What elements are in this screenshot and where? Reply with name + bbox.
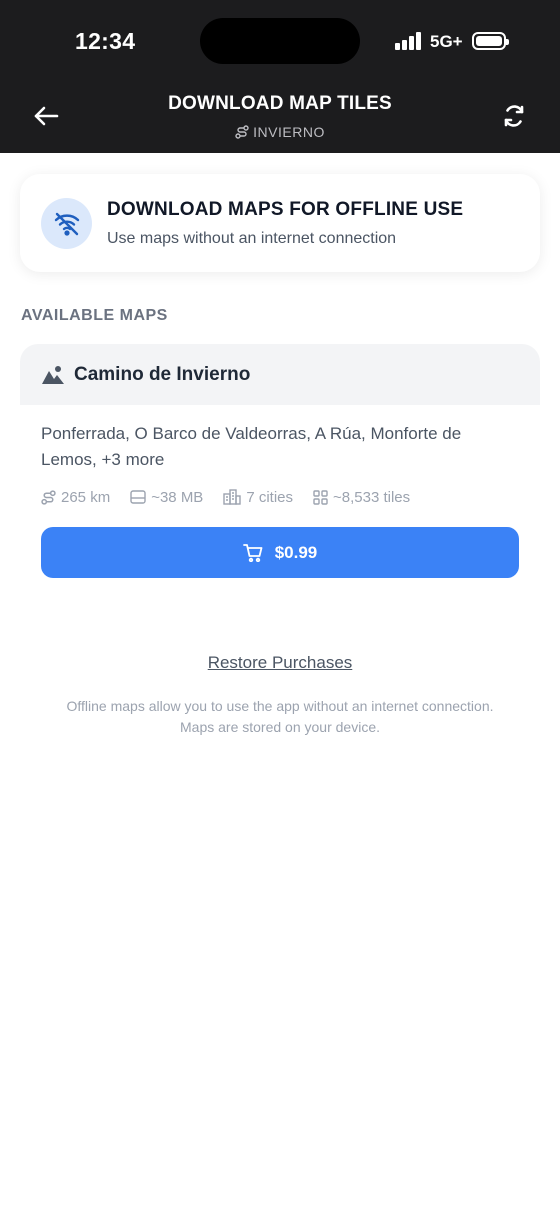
top-app-bar: 12:34 5G+ DOWNLOAD MAP TILES INVIERNO: [0, 0, 560, 153]
refresh-button[interactable]: [496, 98, 532, 134]
signal-icon: [395, 32, 423, 50]
mountain-icon: [42, 366, 64, 384]
buildings-icon: [223, 489, 242, 505]
price-label: $0.99: [274, 542, 318, 562]
map-name: Camino de Invierno: [74, 364, 251, 385]
restore-purchases-link[interactable]: Restore Purchases: [0, 653, 560, 673]
route-name: INVIERNO: [253, 124, 325, 140]
cart-icon: [242, 543, 263, 562]
stat-tiles: ~8,533 tiles: [313, 489, 410, 506]
status-time: 12:34: [75, 28, 136, 54]
page-title: DOWNLOAD MAP TILES: [168, 93, 392, 114]
offline-subtitle: Use maps without an internet connection: [107, 230, 397, 247]
footnote: Offline maps allow you to use the app wi…: [20, 696, 540, 738]
page-subtitle: INVIERNO: [0, 124, 560, 140]
stat-distance: 265 km: [41, 489, 110, 506]
refresh-icon: [504, 105, 524, 127]
map-card-header: Camino de Invierno: [20, 344, 540, 405]
offline-info-card: DOWNLOAD MAPS FOR OFFLINE USE Use maps w…: [20, 174, 540, 272]
map-stats: 265 km ~38 MB 7 cities ~8,533 tiles: [41, 487, 430, 507]
route-icon: [41, 489, 56, 505]
storage-icon: [130, 490, 146, 504]
stat-cities: 7 cities: [223, 489, 293, 506]
stat-size: ~38 MB: [130, 489, 203, 506]
network-label: 5G+: [430, 32, 463, 51]
footnote-line-2: Maps are stored on your device.: [180, 719, 380, 735]
dynamic-island: [200, 18, 360, 64]
buy-map-button[interactable]: $0.99: [41, 527, 519, 578]
section-label-available-maps: AVAILABLE MAPS: [21, 307, 168, 324]
map-cities: Ponferrada, O Barco de Valdeorras, A Rúa…: [41, 424, 462, 469]
wifi-off-icon: [41, 198, 92, 249]
route-icon: [235, 125, 249, 139]
offline-title: DOWNLOAD MAPS FOR OFFLINE USE: [107, 199, 464, 220]
grid-icon: [313, 489, 328, 505]
battery-icon: [472, 32, 509, 50]
footnote-line-1: Offline maps allow you to use the app wi…: [66, 698, 494, 714]
